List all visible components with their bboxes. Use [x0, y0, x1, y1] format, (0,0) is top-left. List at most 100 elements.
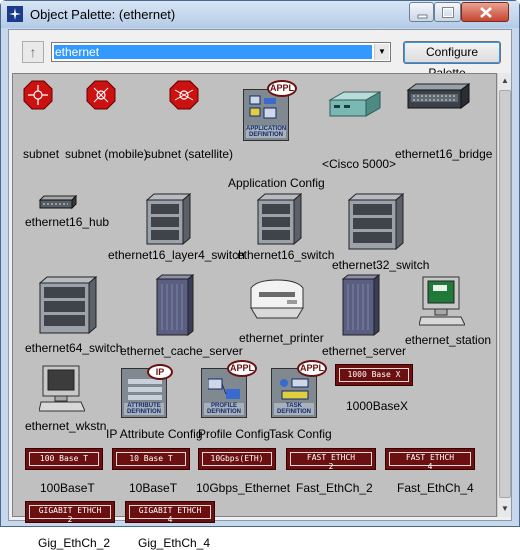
palette-select-value: ethernet	[54, 45, 372, 59]
palette-item-ip-attribute-config[interactable]: ATTRIBUTE DEFINITION IP	[121, 364, 173, 418]
switch-icon	[257, 193, 302, 245]
gigabit-ethch-text: GIGABIT ETHCH	[38, 506, 102, 515]
window-title: Object Palette: (ethernet)	[30, 7, 176, 22]
link-label-100baset: 100 Base T	[29, 452, 99, 466]
palette-item-label: ethernet32_switch	[332, 258, 430, 272]
minimize-button[interactable]	[409, 2, 434, 22]
palette-item-label: Task Config	[269, 427, 332, 441]
bridge-icon	[406, 83, 471, 109]
title-bar[interactable]: Object Palette: (ethernet)	[1, 1, 519, 28]
palette-item-label: ethernet_station	[405, 333, 492, 347]
palette-item-subnet-mobile[interactable]	[86, 80, 116, 110]
channel-count: 4	[167, 515, 173, 524]
palette-item-gig-ethch-2[interactable]: GIGABIT ETHCH 2	[25, 501, 115, 524]
palette-item-ethernet-cache-server[interactable]	[156, 274, 194, 336]
appl-badge: APPL	[227, 360, 257, 377]
subnet-icon	[23, 80, 53, 110]
palette-item-ethernet-station[interactable]	[419, 275, 465, 329]
palette-item-10gbps-ethernet[interactable]: 10Gbps(ETH)	[198, 448, 276, 470]
workstation-icon	[39, 365, 85, 412]
palette-item-label: subnet	[23, 147, 60, 161]
palette-item-ethernet16-hub[interactable]	[38, 194, 78, 210]
attr-def-caption: ATTRIBUTE DEFINITION	[124, 403, 164, 415]
configure-palette-button[interactable]: Configure Palette...	[403, 41, 501, 80]
palette-item-label: Gig_EthCh_4	[138, 536, 211, 550]
profile-def-caption: PROFILE DEFINITION	[204, 403, 244, 415]
fast-ethch-text: FAST ETHCH	[306, 453, 356, 462]
switch-icon	[39, 276, 97, 334]
palette-item-label: ethernet16_switch	[237, 248, 335, 262]
palette-client-area: ↑ ethernet ▼ Configure Palette... subnet	[8, 29, 512, 550]
scrollbar-thumb[interactable]	[499, 90, 511, 498]
palette-item-ethernet16-layer4-switch[interactable]	[146, 193, 191, 245]
palette-item-label: <Cisco 5000>	[322, 157, 397, 171]
palette-item-subnet[interactable]	[22, 80, 53, 130]
fast-ethch-text: FAST ETHCH	[405, 453, 455, 462]
vertical-scrollbar[interactable]: ▲ ▼	[497, 73, 511, 517]
link-label-1000basex: 1000 Base X	[339, 368, 409, 382]
channel-count: 2	[328, 462, 334, 471]
palette-item-cisco-5000[interactable]	[326, 90, 381, 120]
palette-item-ethernet-server[interactable]	[342, 274, 380, 336]
task-glyphs-icon	[280, 378, 309, 400]
palette-item-gig-ethch-4[interactable]: GIGABIT ETHCH 4	[125, 501, 215, 524]
palette-item-fast-ethch-2[interactable]: FAST ETHCH 2	[286, 448, 376, 471]
profile-glyphs-icon	[208, 378, 240, 399]
channel-count: 2	[67, 515, 73, 524]
palette-item-label: 10Gbps_Ethernet	[196, 481, 291, 495]
palette-item-ethernet16-switch[interactable]	[257, 193, 302, 245]
close-button[interactable]	[461, 2, 509, 22]
palette-item-fast-ethch-4[interactable]: FAST ETHCH 4	[385, 448, 475, 471]
channel-count: 4	[427, 462, 433, 471]
up-folder-button[interactable]: ↑	[22, 41, 44, 63]
palette-item-ethernet-wkstn[interactable]	[39, 364, 85, 414]
palette-item-label: Profile Config	[198, 427, 271, 441]
palette-item-ethernet64-switch[interactable]	[39, 276, 97, 334]
link-label-gig-ethch-4: GIGABIT ETHCH 4	[129, 505, 211, 524]
palette-grid: subnet subnet (mobile) subnet (satellite…	[12, 73, 497, 550]
palette-item-label: ethernet_wkstn	[25, 419, 107, 433]
gigabit-ethch-text: GIGABIT ETHCH	[138, 506, 202, 515]
palette-item-ethernet-printer[interactable]	[247, 278, 307, 320]
link-label-gig-ethch-2: GIGABIT ETHCH 2	[29, 505, 111, 524]
palette-select[interactable]: ethernet ▼	[51, 42, 391, 62]
palette-item-10baset[interactable]: 10 Base T	[112, 448, 190, 470]
palette-item-profile-config[interactable]: PROFILE DEFINITION APPL	[199, 360, 259, 418]
server-icon	[156, 274, 194, 336]
palette-item-label: 10BaseT	[129, 481, 178, 495]
palette-item-1000basex[interactable]: 1000 Base X	[335, 364, 413, 386]
palette-item-ethernet32-switch[interactable]	[348, 193, 404, 250]
object-palette-window: Object Palette: (ethernet) ↑ ethernet ▼ …	[0, 0, 520, 550]
appl-badge: APPL	[297, 360, 327, 377]
palette-item-label: ethernet16_bridge	[395, 147, 493, 161]
scroll-up-icon[interactable]: ▲	[498, 73, 512, 89]
palette-item-label: ethernet64_switch	[25, 341, 123, 355]
palette-item-label: Fast_EthCh_2	[296, 481, 373, 495]
palette-item-100baset[interactable]: 100 Base T	[25, 448, 103, 470]
app-def-caption: APPLICATION DEFINITION	[246, 126, 287, 138]
palette-item-label: Gig_EthCh_2	[38, 536, 111, 550]
palette-item-label: Application Config	[228, 176, 325, 190]
close-icon	[480, 7, 492, 18]
palette-item-label: ethernet_server	[322, 344, 407, 358]
scroll-down-icon[interactable]: ▼	[498, 501, 512, 517]
app-icon	[7, 6, 23, 22]
link-label-fast-ethch-2: FAST ETHCH 2	[290, 452, 372, 471]
subnet-mobile-icon	[86, 80, 116, 110]
palette-item-task-config[interactable]: TASK DEFINITION APPL	[269, 360, 329, 418]
switch-icon	[146, 193, 191, 245]
task-def-caption: TASK DEFINITION	[274, 403, 314, 415]
palette-item-application-config[interactable]: APPLICATION DEFINITION APPL	[239, 80, 297, 142]
palette-item-label: IP Attribute Config	[106, 427, 203, 441]
palette-item-label: Fast_EthCh_4	[397, 481, 474, 495]
palette-item-subnet-satellite[interactable]	[169, 80, 199, 110]
palette-item-ethernet16-bridge[interactable]	[406, 82, 471, 110]
link-label-10gbps: 10Gbps(ETH)	[202, 452, 272, 466]
chevron-down-icon[interactable]: ▼	[374, 44, 389, 60]
palette-item-label: 1000BaseX	[346, 399, 409, 413]
minimize-icon	[417, 14, 428, 19]
server-icon	[342, 274, 380, 336]
palette-item-label: 100BaseT	[40, 481, 95, 495]
maximize-button[interactable]	[434, 2, 461, 22]
appl-badge: APPL	[267, 80, 297, 97]
